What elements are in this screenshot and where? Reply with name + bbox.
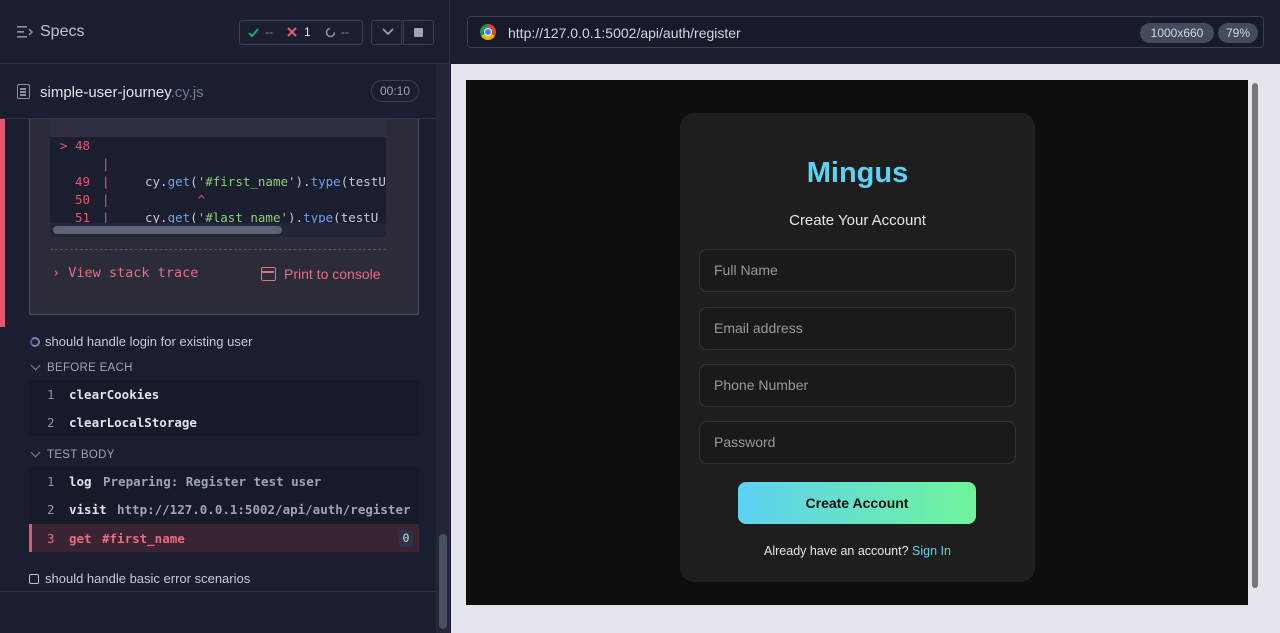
viewport-scrollbar-thumb[interactable] xyxy=(1252,83,1258,588)
url-text[interactable]: http://127.0.0.1:5002/api/auth/register xyxy=(508,25,741,41)
file-icon xyxy=(17,84,30,99)
chevron-right-icon: › xyxy=(52,265,61,281)
before-each-commands: 1 clearCookies 2 clearLocalStorage xyxy=(29,380,419,436)
print-to-console-label: Print to console xyxy=(284,266,381,282)
signin-row: Already have an account? Sign In xyxy=(680,544,1035,558)
running-spinner-icon xyxy=(30,337,40,347)
aut-panel: http://127.0.0.1:5002/api/auth/register … xyxy=(451,0,1280,633)
command-row[interactable]: 2 clearLocalStorage xyxy=(29,408,419,436)
app-viewport: Mingus Create Your Account Full Name Ema… xyxy=(466,80,1248,605)
signin-prompt: Already have an account? xyxy=(764,544,909,558)
pending-test-icon xyxy=(29,574,39,584)
command-name: get xyxy=(69,531,92,546)
register-card: Mingus Create Your Account Full Name Ema… xyxy=(680,113,1035,582)
command-number: 2 xyxy=(47,415,55,430)
divider xyxy=(50,249,386,250)
command-arg: http://127.0.0.1:5002/api/auth/register xyxy=(117,502,411,517)
specs-list-icon[interactable] xyxy=(17,25,33,39)
full-name-field[interactable]: Full Name xyxy=(699,249,1016,292)
signin-link[interactable]: Sign In xyxy=(912,544,951,558)
stop-icon xyxy=(414,28,423,37)
command-name: clearLocalStorage xyxy=(69,415,197,430)
command-number: 1 xyxy=(47,387,55,402)
command-name: visit xyxy=(69,502,107,517)
phone-field[interactable]: Phone Number xyxy=(699,364,1016,407)
reporter-scrollbar[interactable] xyxy=(436,64,449,633)
spec-file-ext: .cy.js xyxy=(170,84,204,101)
console-icon xyxy=(261,267,276,281)
code-line: | ^ xyxy=(50,137,386,207)
command-row[interactable]: 1 log Preparing: Register test user xyxy=(29,467,419,495)
command-name: log xyxy=(69,474,92,489)
cypress-runner: Specs -- 1 -- simple-user-journey.cy.js … xyxy=(0,0,1280,633)
reporter-panel: Specs -- 1 -- simple-user-journey.cy.js … xyxy=(0,0,450,633)
chevron-down-icon[interactable] xyxy=(30,360,41,371)
before-each-header[interactable]: BEFORE EACH xyxy=(47,362,133,374)
url-bar[interactable]: http://127.0.0.1:5002/api/auth/register … xyxy=(467,16,1264,48)
command-row-failed[interactable]: 3 get #first_name 0 xyxy=(29,524,419,552)
app-logo: Mingus xyxy=(806,157,909,189)
test-body-header[interactable]: TEST BODY xyxy=(47,449,115,461)
command-arg: Preparing: Register test user xyxy=(103,474,322,489)
email-field[interactable]: Email address xyxy=(699,307,1016,350)
check-icon xyxy=(248,28,259,38)
create-account-button[interactable]: Create Account xyxy=(738,482,976,524)
spec-file-header[interactable]: simple-user-journey.cy.js 00:10 xyxy=(0,64,436,119)
url-bar-container: http://127.0.0.1:5002/api/auth/register … xyxy=(451,0,1280,64)
failed-count: 1 xyxy=(304,25,311,39)
password-field[interactable]: Password xyxy=(699,421,1016,464)
zoom-badge[interactable]: 79% xyxy=(1218,23,1258,43)
command-arg: #first_name xyxy=(102,531,185,546)
command-number: 1 xyxy=(47,474,55,489)
viewport-size-badge[interactable]: 1000x660 xyxy=(1140,23,1214,43)
x-icon xyxy=(287,27,297,37)
spec-duration: 00:10 xyxy=(371,80,419,102)
stop-button[interactable] xyxy=(401,20,434,45)
view-stack-trace-button[interactable]: › View stack trace xyxy=(52,265,198,281)
chrome-icon xyxy=(480,24,496,40)
code-line: 51 | cy.get('#phone_number').type(te xyxy=(50,191,386,237)
code-scrollbar[interactable] xyxy=(50,223,386,237)
code-line: > 48 | cy.get('#first_name').type(testU xyxy=(50,119,386,189)
passed-count: -- xyxy=(265,25,273,39)
code-line: 50 | cy.get('#email').type(testUser.e xyxy=(50,173,386,237)
error-stripe xyxy=(0,119,5,327)
divider xyxy=(0,591,436,592)
dropdown-button[interactable] xyxy=(371,20,404,45)
chevron-down-icon xyxy=(382,28,394,36)
error-block: > 48 | cy.get('#first_name').type(testU … xyxy=(0,119,436,327)
command-row[interactable]: 1 clearCookies xyxy=(29,380,419,408)
chevron-down-icon[interactable] xyxy=(30,447,41,458)
reporter-scrollbar-thumb[interactable] xyxy=(439,534,447,629)
view-stack-trace-label: View stack trace xyxy=(68,265,199,281)
test-body-commands: 1 log Preparing: Register test user 2 vi… xyxy=(29,467,419,552)
command-name: clearCookies xyxy=(69,387,160,402)
spec-file-name: simple-user-journey.cy.js xyxy=(40,84,204,101)
code-frame: > 48 | cy.get('#first_name').type(testU … xyxy=(50,119,386,237)
test-stats: -- 1 -- xyxy=(239,20,363,45)
command-number: 3 xyxy=(47,531,55,546)
pending-count: -- xyxy=(341,25,349,39)
pending-icon xyxy=(325,27,336,38)
page-title: Create Your Account xyxy=(789,212,926,229)
spec-file-basename: simple-user-journey xyxy=(40,84,171,101)
code-line: 49 | cy.get('#last_name').type(testU xyxy=(50,155,386,225)
specs-label[interactable]: Specs xyxy=(40,23,84,41)
element-count-badge: 0 xyxy=(399,530,413,547)
test-title-login[interactable]: should handle login for existing user xyxy=(45,334,252,349)
viewport-scrollbar[interactable] xyxy=(1249,80,1263,605)
reporter-header: Specs -- 1 -- xyxy=(0,0,449,64)
error-panel: > 48 | cy.get('#first_name').type(testU … xyxy=(29,119,419,315)
code-scrollbar-thumb[interactable] xyxy=(53,226,282,234)
test-title-errors[interactable]: should handle basic error scenarios xyxy=(45,571,250,586)
command-number: 2 xyxy=(47,502,55,517)
command-row[interactable]: 2 visit http://127.0.0.1:5002/api/auth/r… xyxy=(29,495,419,523)
